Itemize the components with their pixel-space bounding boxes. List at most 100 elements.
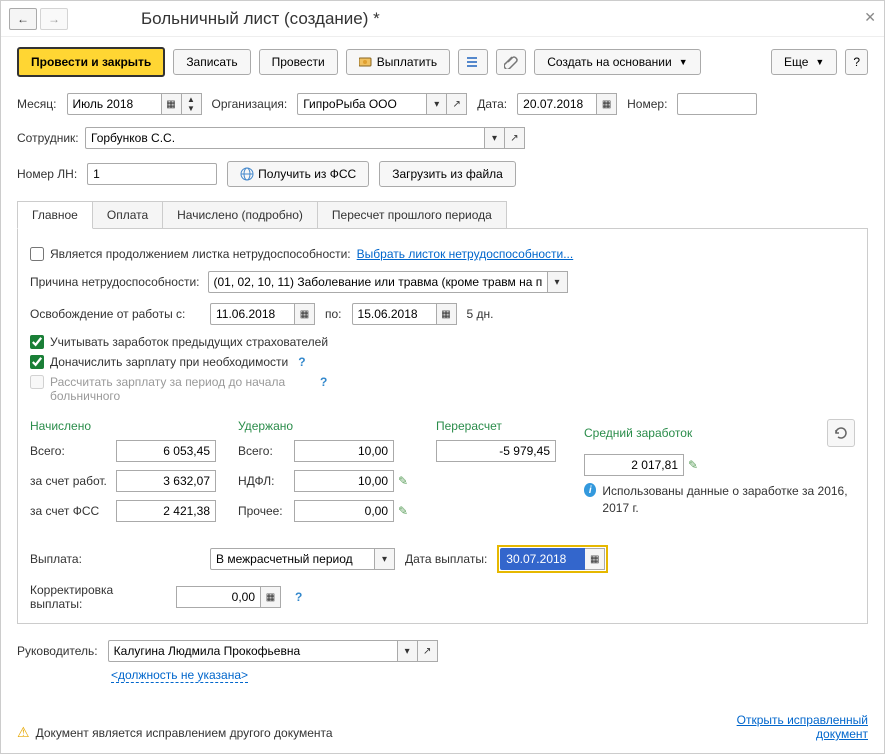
tab-main[interactable]: Главное bbox=[17, 201, 93, 229]
other-label: Прочее: bbox=[238, 504, 294, 518]
month-input[interactable] bbox=[67, 93, 162, 115]
employee-label: Сотрудник: bbox=[17, 131, 75, 145]
accrue-salary-label: Доначислить зарплату при необходимости bbox=[50, 355, 288, 369]
ndfl-label: НДФЛ: bbox=[238, 474, 294, 488]
other-input[interactable] bbox=[294, 500, 394, 522]
recalc-header: Перерасчет bbox=[436, 419, 576, 433]
close-icon[interactable]: ✕ bbox=[864, 9, 876, 26]
date-input[interactable] bbox=[517, 93, 597, 115]
org-label: Организация: bbox=[212, 97, 288, 111]
calendar-icon[interactable]: ▦ bbox=[295, 303, 315, 325]
reason-label: Причина нетрудоспособности: bbox=[30, 275, 200, 289]
total-label-2: Всего: bbox=[238, 444, 294, 458]
list-icon bbox=[466, 55, 480, 69]
avg-header: Средний заработок bbox=[584, 426, 692, 440]
total-accrued-input[interactable] bbox=[116, 440, 216, 462]
date-to-input[interactable] bbox=[352, 303, 437, 325]
post-button[interactable]: Провести bbox=[259, 49, 338, 75]
help-button[interactable]: ? bbox=[845, 49, 868, 75]
fss-input[interactable] bbox=[116, 500, 216, 522]
continuation-label: Является продолжением листка нетрудоспос… bbox=[50, 247, 351, 261]
tab-accrued[interactable]: Начислено (подробно) bbox=[162, 201, 318, 228]
prev-insurers-checkbox[interactable] bbox=[30, 335, 44, 349]
info-text: Использованы данные о заработке за 2016,… bbox=[602, 483, 855, 517]
calc-before-label: Рассчитать зарплату за период до начала … bbox=[50, 375, 310, 403]
number-input[interactable] bbox=[677, 93, 757, 115]
open-icon[interactable]: ↗ bbox=[418, 640, 438, 662]
fss-label: за счет ФСС bbox=[30, 504, 116, 518]
employer-input[interactable] bbox=[116, 470, 216, 492]
avg-input[interactable] bbox=[584, 454, 684, 476]
warning-text: Документ является исправлением другого д… bbox=[36, 726, 333, 740]
money-icon bbox=[359, 56, 373, 68]
help-icon[interactable]: ? bbox=[320, 375, 327, 389]
warning-icon: ⚠ bbox=[17, 724, 30, 741]
open-corrected-link[interactable]: Открыть исправленный документ bbox=[728, 713, 868, 741]
calendar-icon[interactable]: ▦ bbox=[437, 303, 457, 325]
employee-input[interactable] bbox=[85, 127, 485, 149]
pencil-icon[interactable]: ✎ bbox=[688, 458, 698, 472]
calendar-icon[interactable]: ▦ bbox=[585, 548, 605, 570]
attach-button[interactable] bbox=[496, 49, 526, 75]
dropdown-icon[interactable]: ▾ bbox=[398, 640, 418, 662]
tab-payment[interactable]: Оплата bbox=[92, 201, 163, 228]
ndfl-input[interactable] bbox=[294, 470, 394, 492]
org-input[interactable] bbox=[297, 93, 427, 115]
refresh-icon bbox=[833, 425, 849, 441]
more-button[interactable]: Еще ▼ bbox=[771, 49, 837, 75]
total-label: Всего: bbox=[30, 444, 116, 458]
accrued-header: Начислено bbox=[30, 419, 230, 433]
dropdown-icon[interactable]: ▾ bbox=[548, 271, 568, 293]
payment-date-input[interactable] bbox=[500, 548, 585, 570]
position-link[interactable]: <должность не указана> bbox=[111, 668, 248, 683]
get-fss-button[interactable]: Получить из ФСС bbox=[227, 161, 369, 187]
calc-icon[interactable]: ▦ bbox=[261, 586, 281, 608]
window-title: Больничный лист (создание) * bbox=[141, 9, 380, 29]
nav-back-button[interactable]: ← bbox=[9, 8, 37, 30]
number-label: Номер: bbox=[627, 97, 667, 111]
load-file-button[interactable]: Загрузить из файла bbox=[379, 161, 516, 187]
accrue-salary-checkbox[interactable] bbox=[30, 355, 44, 369]
days-label: 5 дн. bbox=[467, 307, 494, 321]
month-label: Месяц: bbox=[17, 97, 57, 111]
refresh-button[interactable] bbox=[827, 419, 855, 447]
post-and-close-button[interactable]: Провести и закрыть bbox=[17, 47, 165, 77]
save-button[interactable]: Записать bbox=[173, 49, 250, 75]
create-based-button[interactable]: Создать на основании ▼ bbox=[534, 49, 700, 75]
help-icon[interactable]: ? bbox=[295, 590, 302, 604]
prev-insurers-label: Учитывать заработок предыдущих страховат… bbox=[50, 335, 328, 349]
correction-input[interactable] bbox=[176, 586, 261, 608]
dropdown-icon[interactable]: ▾ bbox=[427, 93, 447, 115]
open-icon[interactable]: ↗ bbox=[447, 93, 467, 115]
help-icon[interactable]: ? bbox=[298, 355, 305, 369]
dropdown-icon[interactable]: ▾ bbox=[485, 127, 505, 149]
spinner-icon[interactable]: ▲▼ bbox=[182, 93, 202, 115]
employer-label: за счет работ. bbox=[30, 474, 116, 488]
date-to-label: по: bbox=[325, 307, 342, 321]
pencil-icon[interactable]: ✎ bbox=[398, 504, 408, 518]
calendar-icon[interactable]: ▦ bbox=[597, 93, 617, 115]
tab-recalc[interactable]: Пересчет прошлого периода bbox=[317, 201, 507, 228]
nav-forward-button[interactable]: → bbox=[40, 8, 68, 30]
paperclip-icon bbox=[504, 55, 518, 69]
continuation-checkbox[interactable] bbox=[30, 247, 44, 261]
total-withheld-input[interactable] bbox=[294, 440, 394, 462]
open-icon[interactable]: ↗ bbox=[505, 127, 525, 149]
list-button[interactable] bbox=[458, 49, 488, 75]
calendar-icon[interactable]: ▦ bbox=[162, 93, 182, 115]
manager-input[interactable] bbox=[108, 640, 398, 662]
date-from-input[interactable] bbox=[210, 303, 295, 325]
dropdown-icon[interactable]: ▾ bbox=[375, 548, 395, 570]
info-icon: i bbox=[584, 483, 596, 497]
ln-input[interactable] bbox=[87, 163, 217, 185]
recalc-input[interactable] bbox=[436, 440, 556, 462]
select-sheet-link[interactable]: Выбрать листок нетрудоспособности... bbox=[357, 247, 574, 261]
manager-label: Руководитель: bbox=[17, 644, 98, 658]
release-label: Освобождение от работы с: bbox=[30, 307, 200, 321]
ln-label: Номер ЛН: bbox=[17, 167, 77, 181]
reason-input[interactable] bbox=[208, 271, 548, 293]
pay-button[interactable]: Выплатить bbox=[346, 49, 451, 75]
pencil-icon[interactable]: ✎ bbox=[398, 474, 408, 488]
payment-input[interactable] bbox=[210, 548, 375, 570]
calc-before-checkbox bbox=[30, 375, 44, 389]
